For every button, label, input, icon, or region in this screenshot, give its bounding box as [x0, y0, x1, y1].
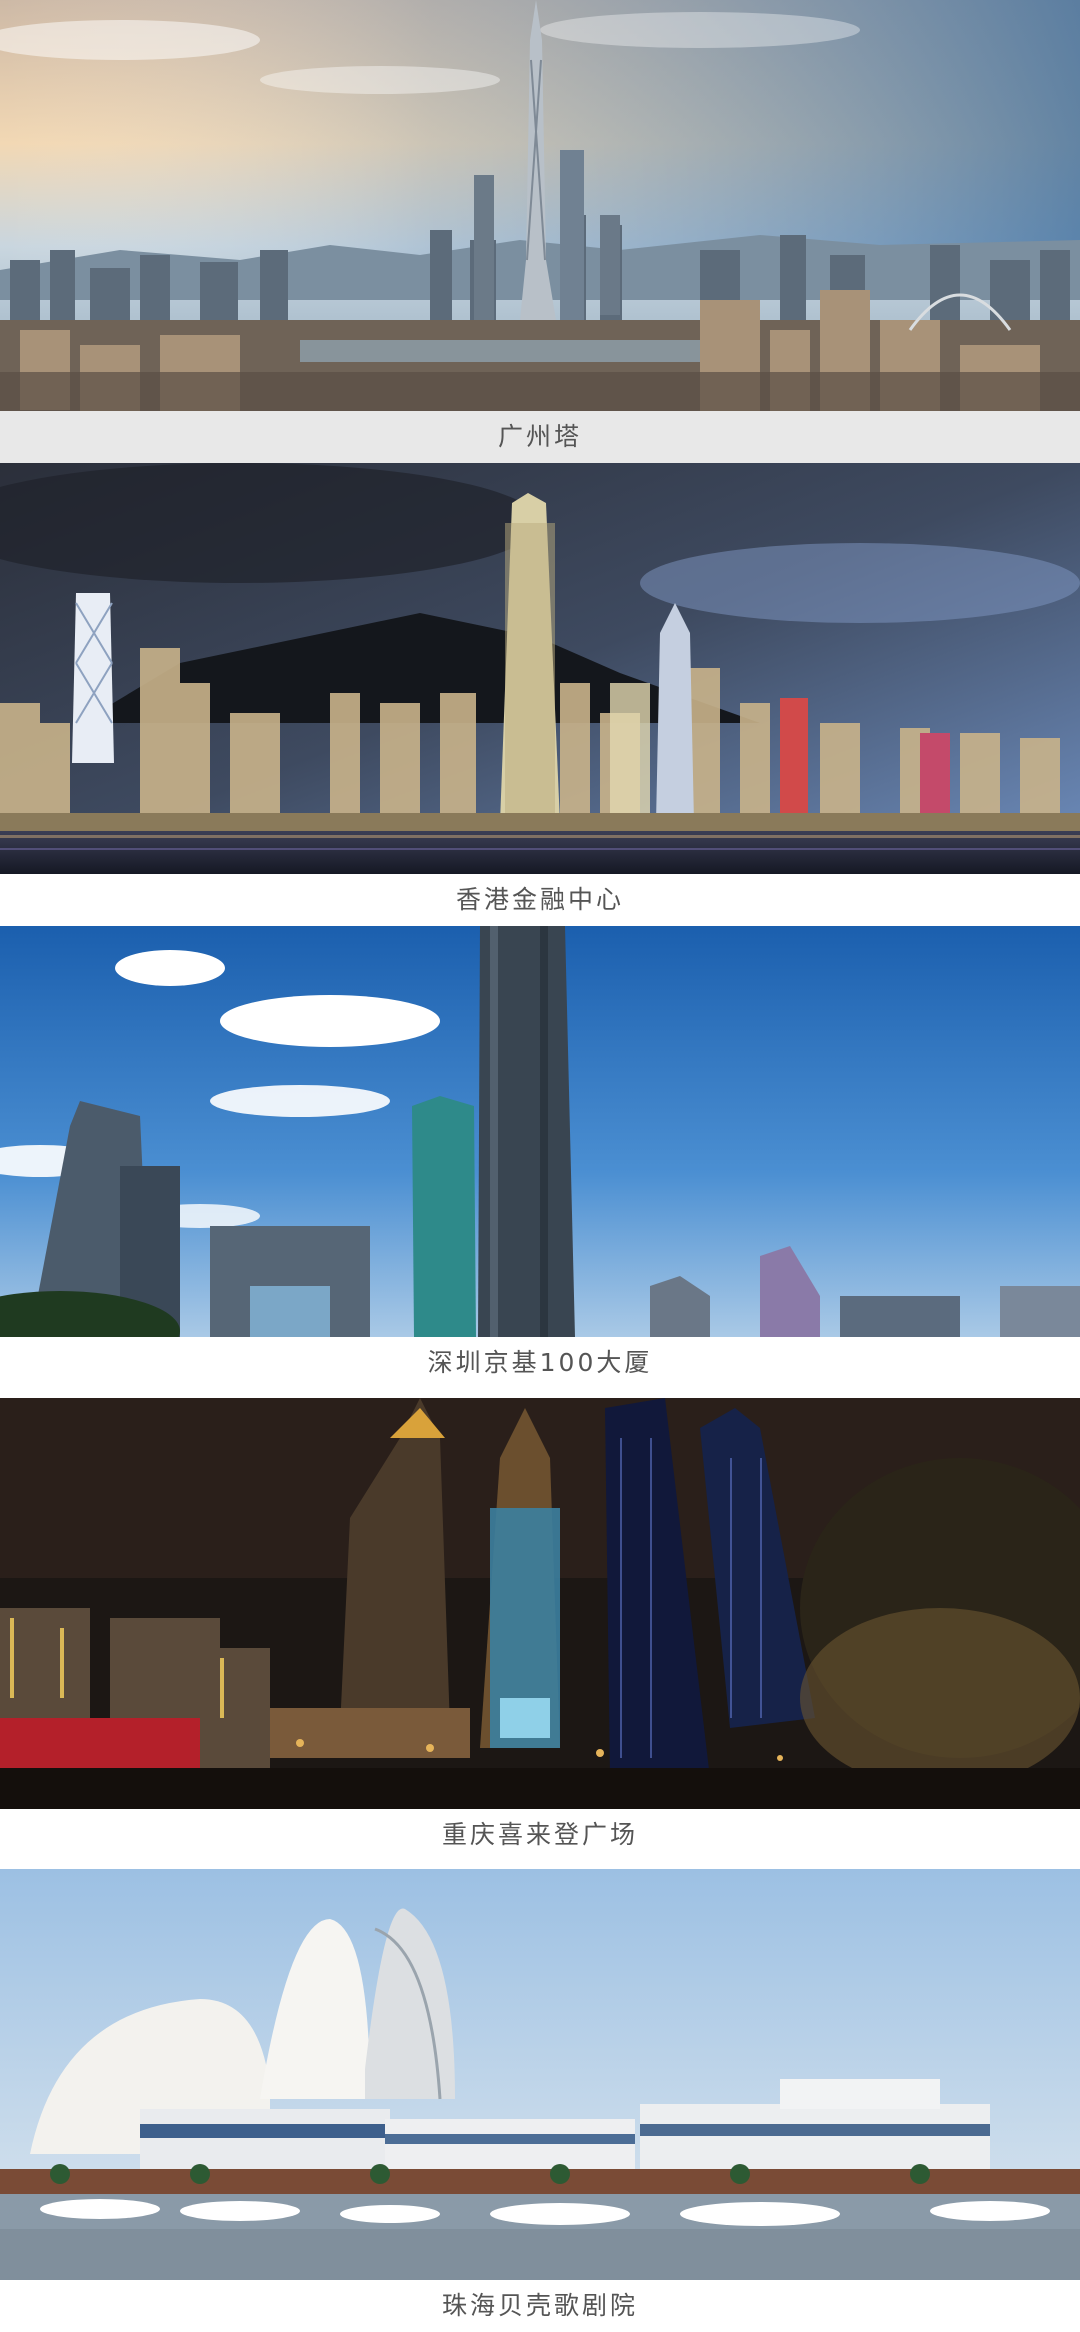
zhuhai-opera-house-image	[0, 1869, 1080, 2280]
photo-chongqing-sheraton[interactable]	[0, 1398, 1080, 1809]
photo-hong-kong-financial-center[interactable]	[0, 463, 1080, 874]
shenzhen-kk100-tower-image	[0, 926, 1080, 1337]
photo-shenzhen-kk100[interactable]	[0, 926, 1080, 1337]
photo-canton-tower[interactable]	[0, 0, 1080, 411]
chongqing-night-towers-image	[0, 1398, 1080, 1809]
caption-hong-kong-financial-center: 香港金融中心	[0, 874, 1080, 926]
city-landmark-gallery: 广州塔 香港金融中心 深圳京基100大厦 重庆喜来登广场 珠海贝壳歌剧院	[0, 0, 1080, 2332]
photo-zhuhai-opera-house[interactable]	[0, 1869, 1080, 2280]
hong-kong-night-skyline-image	[0, 463, 1080, 874]
caption-zhuhai-opera-house: 珠海贝壳歌剧院	[0, 2280, 1080, 2332]
canton-tower-skyline-image	[0, 0, 1080, 411]
gallery-card-canton-tower[interactable]: 广州塔	[0, 0, 1080, 463]
caption-canton-tower: 广州塔	[0, 411, 1080, 463]
gallery-card-shenzhen-kk100[interactable]: 深圳京基100大厦	[0, 926, 1080, 1389]
caption-shenzhen-kk100: 深圳京基100大厦	[0, 1337, 1080, 1389]
gallery-card-zhuhai-opera-house[interactable]: 珠海贝壳歌剧院	[0, 1869, 1080, 2332]
caption-chongqing-sheraton: 重庆喜来登广场	[0, 1809, 1080, 1861]
gallery-card-hong-kong-financial-center[interactable]: 香港金融中心	[0, 463, 1080, 926]
gallery-card-chongqing-sheraton[interactable]: 重庆喜来登广场	[0, 1398, 1080, 1861]
